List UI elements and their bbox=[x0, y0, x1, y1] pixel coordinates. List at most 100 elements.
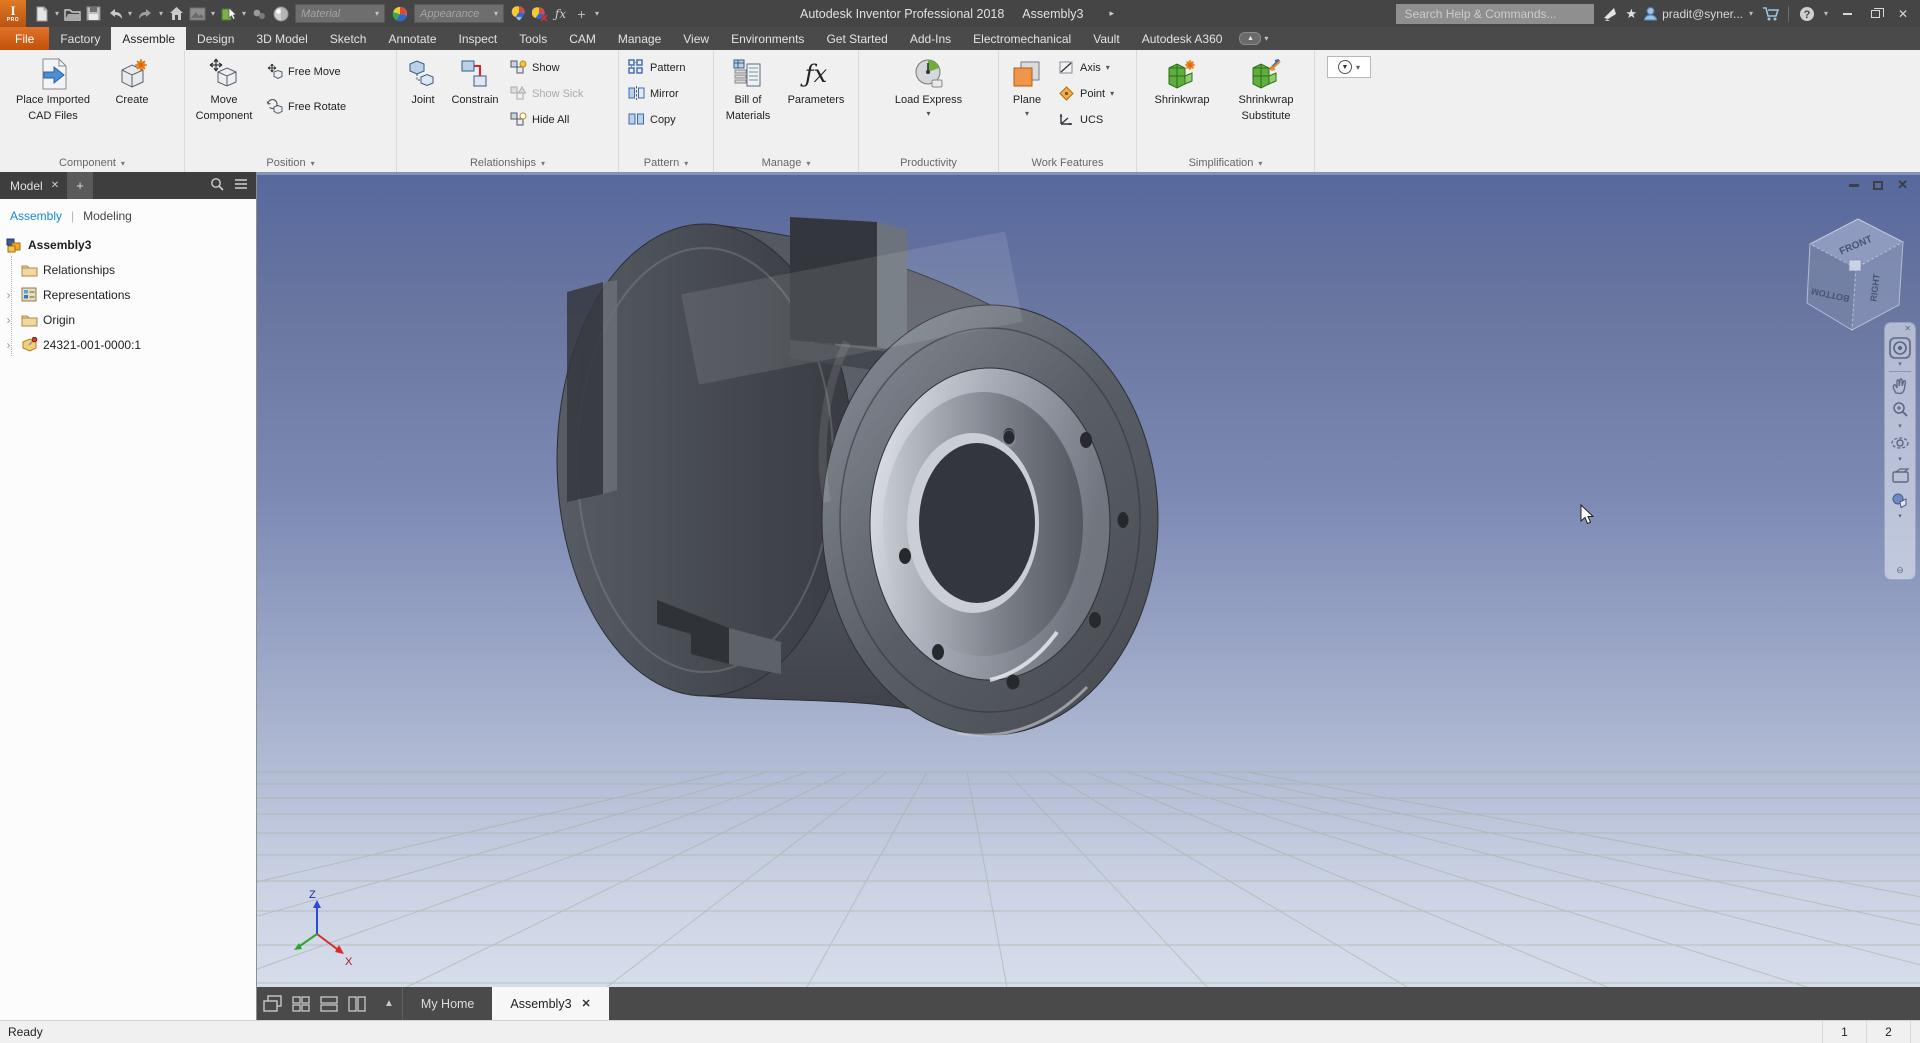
panel-label-productivity[interactable]: Productivity bbox=[859, 154, 998, 172]
document-expander-icon[interactable]: ▸ bbox=[1109, 8, 1114, 19]
tab-annotate[interactable]: Annotate bbox=[377, 27, 447, 50]
undo-icon[interactable] bbox=[105, 4, 124, 24]
panel-label-pattern[interactable]: Pattern▾ bbox=[619, 154, 713, 172]
subtab-modeling[interactable]: Modeling bbox=[83, 209, 132, 223]
user-account[interactable]: pradit@syner... ▾ bbox=[1643, 6, 1755, 21]
show-sick-button[interactable]: Show Sick bbox=[510, 84, 583, 103]
tab-view[interactable]: View bbox=[672, 27, 720, 50]
help-dropdown-icon[interactable]: ▾ bbox=[1822, 9, 1830, 18]
zoom-dropdown-icon[interactable]: ▾ bbox=[1898, 422, 1902, 431]
tree-item-part[interactable]: › 24321-001-0000:1 bbox=[0, 332, 256, 357]
move-component-button[interactable]: Move Component bbox=[188, 52, 260, 154]
select-dropdown-icon[interactable]: ▾ bbox=[240, 9, 248, 18]
browser-tab-model[interactable]: Model ✕ bbox=[0, 179, 67, 193]
tab-vault[interactable]: Vault bbox=[1082, 27, 1130, 50]
panel-label-position[interactable]: Position▾ bbox=[185, 154, 396, 172]
save-icon[interactable] bbox=[84, 4, 103, 24]
tab-autodesk-a360[interactable]: Autodesk A360 bbox=[1131, 27, 1234, 50]
document-close-button[interactable]: ✕ bbox=[1897, 177, 1908, 193]
pan-hand-icon[interactable] bbox=[1888, 374, 1912, 398]
tree-item-origin[interactable]: › Origin bbox=[0, 307, 256, 332]
presentation-icon[interactable] bbox=[250, 4, 269, 24]
axis-button[interactable]: Axis ▾ bbox=[1058, 58, 1114, 77]
ucs-button[interactable]: UCS bbox=[1058, 110, 1114, 129]
minimize-button[interactable] bbox=[1836, 5, 1858, 23]
tab-file[interactable]: File bbox=[0, 27, 49, 50]
restore-button[interactable] bbox=[1864, 5, 1886, 23]
ribbon-display-toggle[interactable]: ▲ ▾ bbox=[1239, 27, 1268, 50]
document-restore-button[interactable] bbox=[1873, 181, 1883, 190]
tab-3d-model[interactable]: 3D Model bbox=[245, 27, 318, 50]
panel-label-manage[interactable]: Manage▾ bbox=[714, 154, 858, 172]
copy-button[interactable]: Copy bbox=[628, 110, 685, 129]
navigation-wheel-icon[interactable] bbox=[1888, 336, 1912, 360]
redo-dropdown-icon[interactable]: ▾ bbox=[157, 9, 165, 18]
add-qat-icon[interactable]: + bbox=[572, 4, 591, 24]
redo-icon[interactable] bbox=[136, 4, 155, 24]
panel-label-component[interactable]: Component▾ bbox=[0, 154, 184, 172]
expander-icon[interactable]: › bbox=[2, 338, 15, 352]
hide-all-relationships-button[interactable]: Hide All bbox=[510, 110, 583, 129]
cascade-windows-icon[interactable] bbox=[263, 994, 282, 1013]
visual-style-icon[interactable] bbox=[1888, 488, 1912, 512]
adjust-appearance-icon[interactable] bbox=[509, 4, 528, 24]
look-at-icon[interactable] bbox=[1888, 464, 1912, 488]
browser-search-icon[interactable] bbox=[210, 177, 224, 194]
tab-inspect[interactable]: Inspect bbox=[448, 27, 509, 50]
pattern-button[interactable]: Pattern bbox=[628, 58, 685, 77]
zoom-icon[interactable] bbox=[1888, 398, 1912, 422]
tab-assemble[interactable]: Assemble bbox=[111, 27, 186, 50]
close-button[interactable]: ✕ bbox=[1892, 5, 1914, 23]
document-minimize-button[interactable] bbox=[1849, 184, 1859, 187]
tab-sketch[interactable]: Sketch bbox=[319, 27, 378, 50]
browser-menu-icon[interactable] bbox=[234, 178, 248, 193]
communication-center-icon[interactable] bbox=[1600, 4, 1619, 24]
parameters-button[interactable]: ƒx Parameters bbox=[779, 52, 853, 154]
constrain-button[interactable]: Constrain bbox=[446, 52, 504, 154]
browser-tab-close-icon[interactable]: ✕ bbox=[51, 180, 59, 191]
orbit-icon[interactable] bbox=[1888, 431, 1912, 455]
expand-tab-strip-icon[interactable]: ▲ bbox=[376, 998, 402, 1009]
navbar-customize-icon[interactable]: ⊖ bbox=[1896, 565, 1904, 579]
user-dropdown-icon[interactable]: ▾ bbox=[1747, 9, 1755, 18]
free-rotate-button[interactable]: Free Rotate bbox=[266, 97, 346, 116]
tab-add-ins[interactable]: Add-Ins bbox=[899, 27, 962, 50]
create-component-button[interactable]: Create bbox=[103, 52, 161, 154]
undo-dropdown-icon[interactable]: ▾ bbox=[126, 9, 134, 18]
tile-windows-icon[interactable] bbox=[291, 994, 310, 1013]
tab-electromechanical[interactable]: Electromechanical bbox=[962, 27, 1082, 50]
split-vertical-icon[interactable] bbox=[347, 994, 366, 1013]
panel-label-simplification[interactable]: Simplification▾ bbox=[1137, 154, 1314, 172]
free-move-button[interactable]: Free Move bbox=[266, 62, 346, 81]
browser-add-tab-button[interactable]: + bbox=[67, 172, 93, 199]
tree-item-relationships[interactable]: › Relationships bbox=[0, 257, 256, 282]
material-ball-icon[interactable] bbox=[271, 4, 290, 24]
view-cube[interactable]: FRONT BOTTOM RIGHT bbox=[1807, 219, 1903, 330]
color-wheel-icon[interactable] bbox=[390, 4, 409, 24]
select-component-icon[interactable] bbox=[219, 4, 238, 24]
show-relationships-button[interactable]: Show bbox=[510, 58, 583, 77]
app-store-cart-icon[interactable] bbox=[1761, 4, 1780, 24]
shrinkwrap-substitute-button[interactable]: Shrinkwrap Substitute bbox=[1224, 52, 1308, 154]
tree-item-representations[interactable]: › Representations bbox=[0, 282, 256, 307]
tab-assembly3-document[interactable]: Assembly3 ✕ bbox=[492, 987, 608, 1020]
tree-root-assembly[interactable]: Assembly3 bbox=[0, 232, 256, 257]
wheel-dropdown-icon[interactable]: ▾ bbox=[1898, 360, 1902, 369]
tab-manage[interactable]: Manage bbox=[607, 27, 672, 50]
mirror-button[interactable]: Mirror bbox=[628, 84, 685, 103]
clear-appearance-icon[interactable] bbox=[530, 4, 549, 24]
load-express-button[interactable]: Load Express ▾ bbox=[879, 52, 979, 154]
viewport-3d[interactable]: Z X FRONT BOTTOM RIGHT ✕ ✕ bbox=[257, 172, 1920, 1020]
parameters-fx-icon[interactable]: ƒx bbox=[551, 4, 570, 24]
tab-environments[interactable]: Environments bbox=[720, 27, 815, 50]
split-horizontal-icon[interactable] bbox=[319, 994, 338, 1013]
search-input[interactable] bbox=[1396, 4, 1594, 24]
favorites-star-icon[interactable]: ★ bbox=[1625, 6, 1637, 22]
tab-get-started[interactable]: Get Started bbox=[815, 27, 898, 50]
plane-button[interactable]: Plane ▾ bbox=[1002, 52, 1052, 154]
home-icon[interactable] bbox=[167, 4, 186, 24]
capture-dropdown-icon[interactable]: ▾ bbox=[209, 9, 217, 18]
bill-of-materials-button[interactable]: Bill of Materials bbox=[717, 52, 779, 154]
open-folder-icon[interactable] bbox=[63, 4, 82, 24]
tab-tools[interactable]: Tools bbox=[508, 27, 558, 50]
